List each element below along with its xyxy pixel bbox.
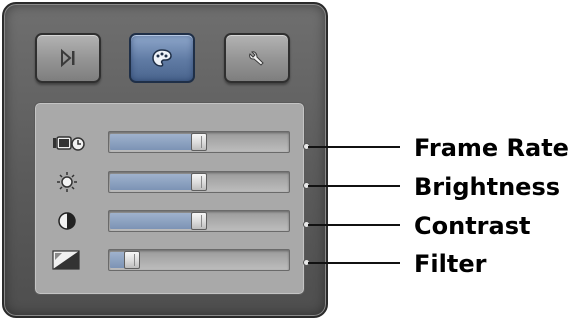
callout-line-frame-rate [308,146,400,148]
tab-playback[interactable] [35,33,101,83]
brightness-slider-handle[interactable] [191,173,207,191]
brightness-slider[interactable] [108,171,290,193]
tab-tools[interactable] [224,33,290,83]
play-next-icon [61,48,75,68]
frame-rate-slider-fill [110,134,199,150]
brightness-slider-fill [110,174,199,190]
callout-line-filter [308,262,400,264]
contrast-label: Contrast [414,212,531,240]
filter-label: Filter [414,250,487,278]
brightness-label: Brightness [414,173,561,201]
sun-icon [53,171,81,193]
filter-slider-handle[interactable] [124,251,140,269]
callout-line-brightness [308,185,400,187]
contrast-icon [53,210,81,232]
filter-slider[interactable] [108,249,290,271]
contrast-slider-handle[interactable] [191,212,207,230]
palette-icon [152,49,172,67]
callout-line-contrast [308,224,400,226]
tab-image-settings[interactable] [129,33,195,83]
filter-icon [51,249,81,271]
frame-rate-slider[interactable] [108,131,290,153]
frame-rate-label: Frame Rate [414,134,569,162]
contrast-slider-fill [110,213,199,229]
contrast-slider[interactable] [108,210,290,232]
wrench-icon [249,51,264,66]
camera-clock-icon [52,132,86,154]
slider-group [34,102,305,295]
frame-rate-slider-handle[interactable] [191,133,207,151]
camera-settings-panel [2,2,328,318]
